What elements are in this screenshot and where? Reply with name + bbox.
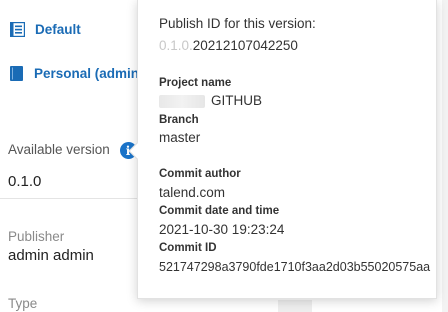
publisher-label: Publisher xyxy=(8,229,65,244)
nav-item-personal[interactable]: Personal (admin a xyxy=(10,66,150,81)
available-version-label: Available version xyxy=(8,142,110,158)
nav-item-personal-label: Personal (admin a xyxy=(34,66,151,81)
publish-info-popover: Publish ID for this version: 0.1.0.20212… xyxy=(128,0,437,299)
commit-date-label: Commit date and time xyxy=(159,205,280,217)
list-icon xyxy=(9,21,26,38)
right-edge-panel xyxy=(442,0,448,312)
project-name-label: Project name xyxy=(159,77,232,89)
publish-id: 0.1.0.20212107042250 xyxy=(159,37,436,55)
type-label: Type xyxy=(8,296,38,311)
publisher-value: admin admin xyxy=(8,247,94,264)
commit-author-value: talend.com xyxy=(159,185,226,200)
branch-value: master xyxy=(159,130,201,145)
commit-id-label: Commit ID xyxy=(159,242,217,254)
branch-label: Branch xyxy=(159,114,199,126)
redacted-text xyxy=(159,94,205,108)
book-icon xyxy=(10,66,24,81)
nav-item-default[interactable]: Default xyxy=(9,21,81,38)
nav-item-default-label: Default xyxy=(35,22,81,37)
available-version-row: Available version i xyxy=(8,142,137,159)
scrollbar[interactable] xyxy=(278,300,312,312)
publish-id-prefix: 0.1.0. xyxy=(159,38,193,53)
commit-id-value: 521747298a3790fde1710f3aa2d03b55020575aa xyxy=(159,260,431,274)
project-name-value: GITHUB xyxy=(211,93,263,108)
version-value: 0.1.0 xyxy=(8,173,42,190)
publish-id-value: 20212107042250 xyxy=(192,38,298,53)
project-name: GITHUB xyxy=(159,92,436,110)
commit-author-label: Commit author xyxy=(159,168,241,180)
page: Default Personal (admin a Available vers… xyxy=(0,0,448,312)
commit-date-value: 2021-10-30 19:23:24 xyxy=(159,222,285,237)
divider xyxy=(0,198,140,199)
publish-id-heading: Publish ID for this version: xyxy=(159,16,316,31)
